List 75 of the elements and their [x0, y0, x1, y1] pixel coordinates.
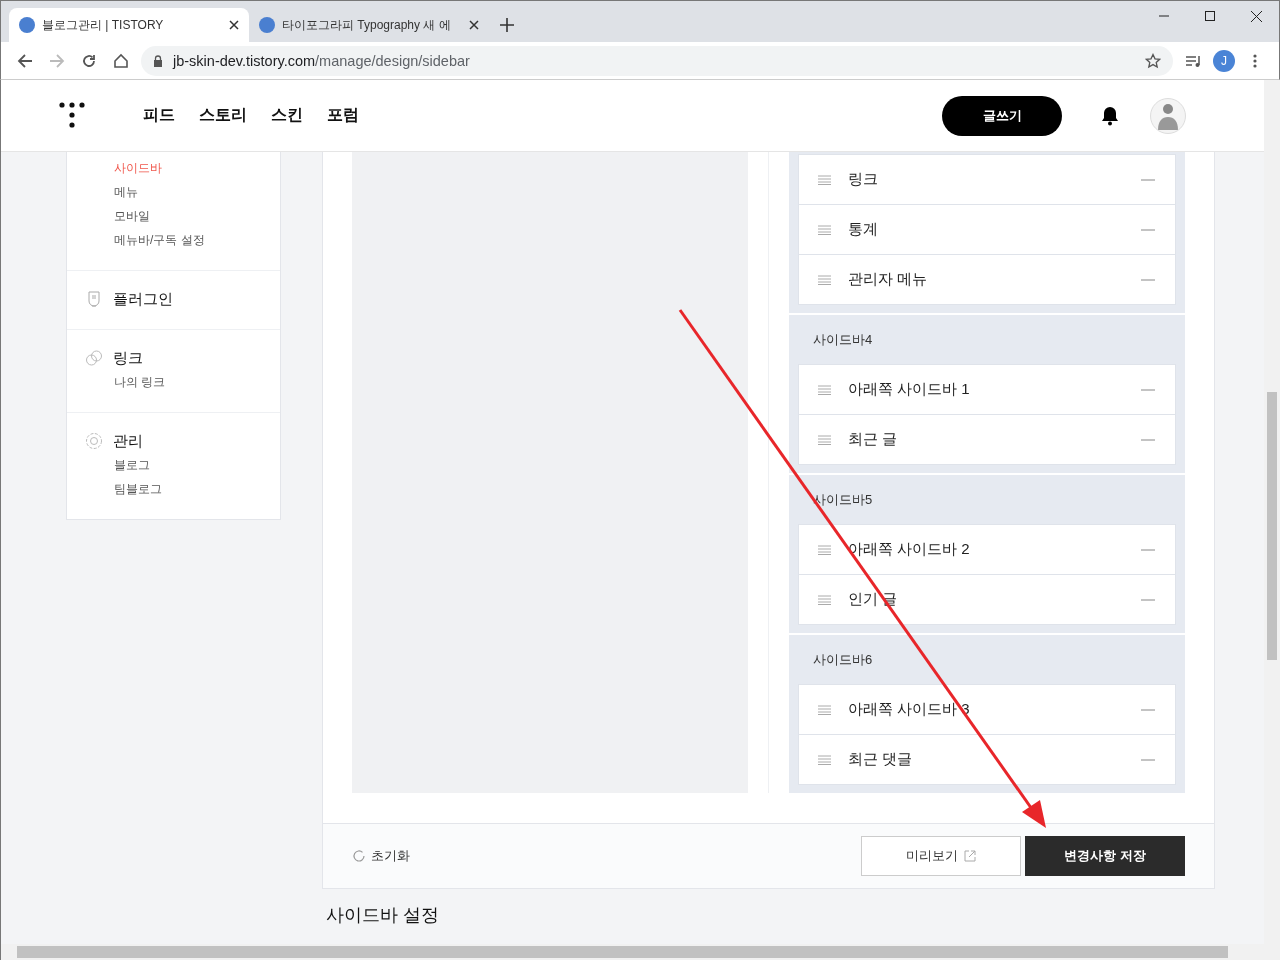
module-row[interactable]: 아래쪽 사이드바 2 [798, 524, 1176, 575]
menu-item[interactable]: 메뉴 [114, 180, 138, 204]
browser-tab[interactable]: 블로그관리 | TISTORY [9, 8, 249, 42]
module-row[interactable]: 통계 [798, 204, 1176, 255]
profile-avatar[interactable]: J [1213, 49, 1235, 72]
address-bar[interactable]: jb-skin-dev.tistory.com/manage/design/sidebar [141, 45, 1173, 76]
menu-item[interactable]: 메뉴바/구독 설정 [114, 228, 205, 252]
drag-handle-icon [818, 224, 831, 235]
gear-icon [85, 432, 103, 450]
more-icon [1253, 52, 1257, 69]
section-title: 사이드바 설정 [326, 904, 439, 927]
nav-link[interactable]: 스킨 [271, 105, 303, 126]
favicon-icon [19, 17, 35, 33]
external-link-icon [964, 850, 976, 862]
menu-section-title[interactable]: 관리 [113, 431, 143, 451]
reset-button[interactable]: 초기화 [352, 847, 410, 865]
menu-section-title[interactable]: 링크 [113, 348, 143, 368]
menu-item[interactable]: 모바일 [114, 204, 150, 228]
maximize-icon [1205, 11, 1215, 21]
nav-link[interactable]: 피드 [143, 105, 175, 126]
url-text: jb-skin-dev.tistory.com/manage/design/sidebar [173, 52, 471, 69]
profile-avatar[interactable] [1150, 97, 1186, 134]
browser-tab[interactable]: 타이포그라피 Typography 새 에 [249, 8, 489, 42]
nav-link[interactable]: 스토리 [199, 105, 247, 126]
module-row[interactable]: 관리자 메뉴 [798, 254, 1176, 305]
drag-handle-icon [818, 754, 831, 765]
close-icon [469, 20, 479, 30]
menu-section-title[interactable]: 플러그인 [113, 289, 173, 309]
drag-handle-icon [818, 434, 831, 445]
minus-icon [1141, 438, 1155, 441]
drag-handle-icon [818, 174, 831, 185]
menu-item[interactable]: 팀블로그 [114, 477, 162, 501]
close-icon [229, 20, 239, 30]
close-icon [1250, 10, 1262, 22]
drag-handle-icon [818, 274, 831, 285]
nav-link[interactable]: 포럼 [327, 105, 359, 126]
save-button[interactable]: 변경사항 저장 [1025, 836, 1185, 876]
drag-handle-icon [818, 594, 831, 605]
logo-icon [59, 101, 85, 130]
module-row[interactable]: 최근 댓글 [798, 734, 1176, 785]
group-title: 사이드바5 [812, 491, 874, 509]
refresh-icon [352, 849, 366, 863]
minus-icon [1141, 178, 1155, 181]
module-row[interactable]: 최근 글 [798, 414, 1176, 465]
arrow-left-icon [17, 52, 33, 69]
favicon-icon [259, 17, 275, 33]
star-icon [1145, 52, 1161, 69]
menu-item[interactable]: 나의 링크 [114, 370, 166, 394]
menu-item[interactable]: 블로그 [114, 453, 150, 477]
minus-icon [1141, 708, 1155, 711]
minus-icon [1141, 598, 1155, 601]
plus-icon [500, 18, 514, 32]
preview-button[interactable]: 미리보기 [861, 836, 1021, 876]
drag-handle-icon [818, 704, 831, 715]
person-icon [1156, 101, 1180, 130]
arrow-right-icon [49, 52, 65, 69]
bell-icon [1101, 105, 1119, 126]
drag-handle-icon [818, 384, 831, 395]
drag-handle-icon [818, 544, 831, 555]
lock-icon [153, 54, 163, 67]
group-title: 사이드바4 [812, 331, 874, 349]
reload-icon [81, 52, 97, 69]
group-title: 사이드바6 [812, 651, 874, 669]
module-row[interactable]: 링크 [798, 154, 1176, 205]
minus-icon [1141, 228, 1155, 231]
minus-icon [1141, 548, 1155, 551]
minus-icon [1141, 388, 1155, 391]
write-button[interactable]: 글쓰기 [942, 95, 1062, 136]
module-row[interactable]: 아래쪽 사이드바 1 [798, 364, 1176, 415]
minus-icon [1141, 278, 1155, 281]
home-icon [113, 52, 129, 69]
plug-icon [85, 290, 103, 308]
menu-item[interactable]: 사이드바 [114, 156, 162, 180]
link-icon [85, 349, 103, 367]
minus-icon [1141, 758, 1155, 761]
